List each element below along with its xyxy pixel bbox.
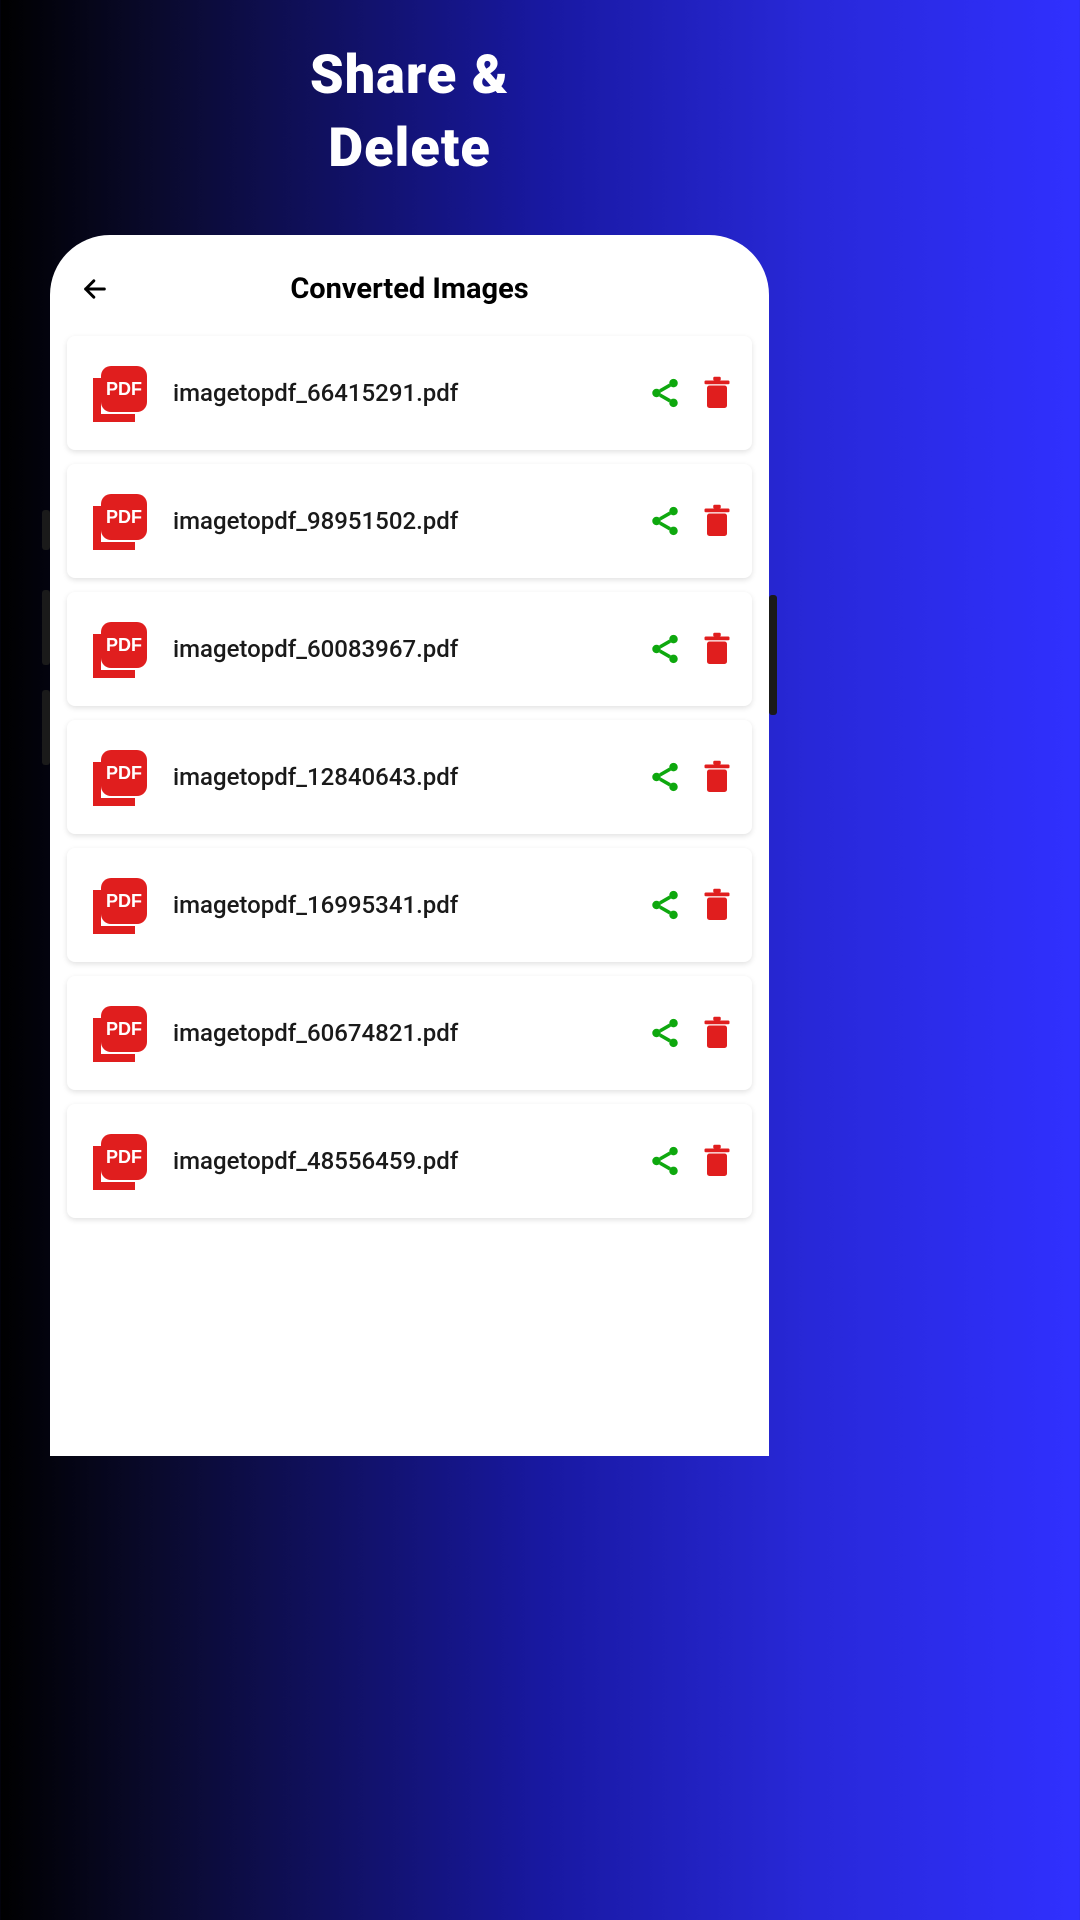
svg-text:PDF: PDF	[106, 1147, 142, 1167]
page-title: Converted Images	[111, 272, 708, 306]
share-button[interactable]	[648, 629, 682, 669]
file-row[interactable]: PDF imagetopdf_60083967.pdf	[67, 592, 752, 706]
share-button[interactable]	[648, 373, 682, 413]
file-row[interactable]: PDF imagetopdf_98951502.pdf	[67, 464, 752, 578]
file-name-label: imagetopdf_48556459.pdf	[173, 1147, 628, 1175]
back-button[interactable]	[79, 273, 111, 305]
delete-button[interactable]	[702, 885, 732, 925]
file-name-label: imagetopdf_66415291.pdf	[173, 379, 628, 407]
svg-text:PDF: PDF	[106, 763, 142, 783]
file-row[interactable]: PDF imagetopdf_16995341.pdf	[67, 848, 752, 962]
pdf-icon: PDF	[87, 616, 153, 682]
share-button[interactable]	[648, 757, 682, 797]
phone-volume-down-button	[42, 690, 50, 765]
file-name-label: imagetopdf_16995341.pdf	[173, 891, 628, 919]
svg-text:PDF: PDF	[106, 507, 142, 527]
file-row[interactable]: PDF imagetopdf_48556459.pdf	[67, 1104, 752, 1218]
phone-power-button	[769, 595, 777, 715]
svg-text:PDF: PDF	[106, 379, 142, 399]
back-arrow-icon	[81, 275, 109, 303]
share-button[interactable]	[648, 501, 682, 541]
share-button[interactable]	[648, 1013, 682, 1053]
svg-text:PDF: PDF	[106, 1019, 142, 1039]
pdf-icon: PDF	[87, 488, 153, 554]
file-name-label: imagetopdf_12840643.pdf	[173, 763, 628, 791]
pdf-icon: PDF	[87, 360, 153, 426]
file-list: PDF imagetopdf_66415291.pdf PDF imagetop…	[65, 336, 754, 1218]
phone-volume-up-button	[42, 590, 50, 665]
file-row[interactable]: PDF imagetopdf_66415291.pdf	[67, 336, 752, 450]
pdf-icon: PDF	[87, 1000, 153, 1066]
svg-text:PDF: PDF	[106, 891, 142, 911]
promo-line2: Delete	[328, 117, 491, 180]
promo-title: Share & Delete	[0, 0, 819, 186]
share-button[interactable]	[648, 885, 682, 925]
delete-button[interactable]	[702, 629, 732, 669]
phone-frame: Converted Images PDF imagetopdf_66415291…	[50, 235, 769, 1456]
delete-button[interactable]	[702, 1141, 732, 1181]
delete-button[interactable]	[702, 373, 732, 413]
file-row[interactable]: PDF imagetopdf_60674821.pdf	[67, 976, 752, 1090]
phone-side-button	[42, 510, 50, 550]
delete-button[interactable]	[702, 1013, 732, 1053]
pdf-icon: PDF	[87, 1128, 153, 1194]
pdf-icon: PDF	[87, 872, 153, 938]
delete-button[interactable]	[702, 757, 732, 797]
pdf-icon: PDF	[87, 744, 153, 810]
delete-button[interactable]	[702, 501, 732, 541]
promo-line1: Share &	[310, 44, 509, 107]
file-name-label: imagetopdf_98951502.pdf	[173, 507, 628, 535]
file-name-label: imagetopdf_60083967.pdf	[173, 635, 628, 663]
file-row[interactable]: PDF imagetopdf_12840643.pdf	[67, 720, 752, 834]
file-name-label: imagetopdf_60674821.pdf	[173, 1019, 628, 1047]
app-header: Converted Images	[65, 260, 754, 336]
share-button[interactable]	[648, 1141, 682, 1181]
svg-text:PDF: PDF	[106, 635, 142, 655]
